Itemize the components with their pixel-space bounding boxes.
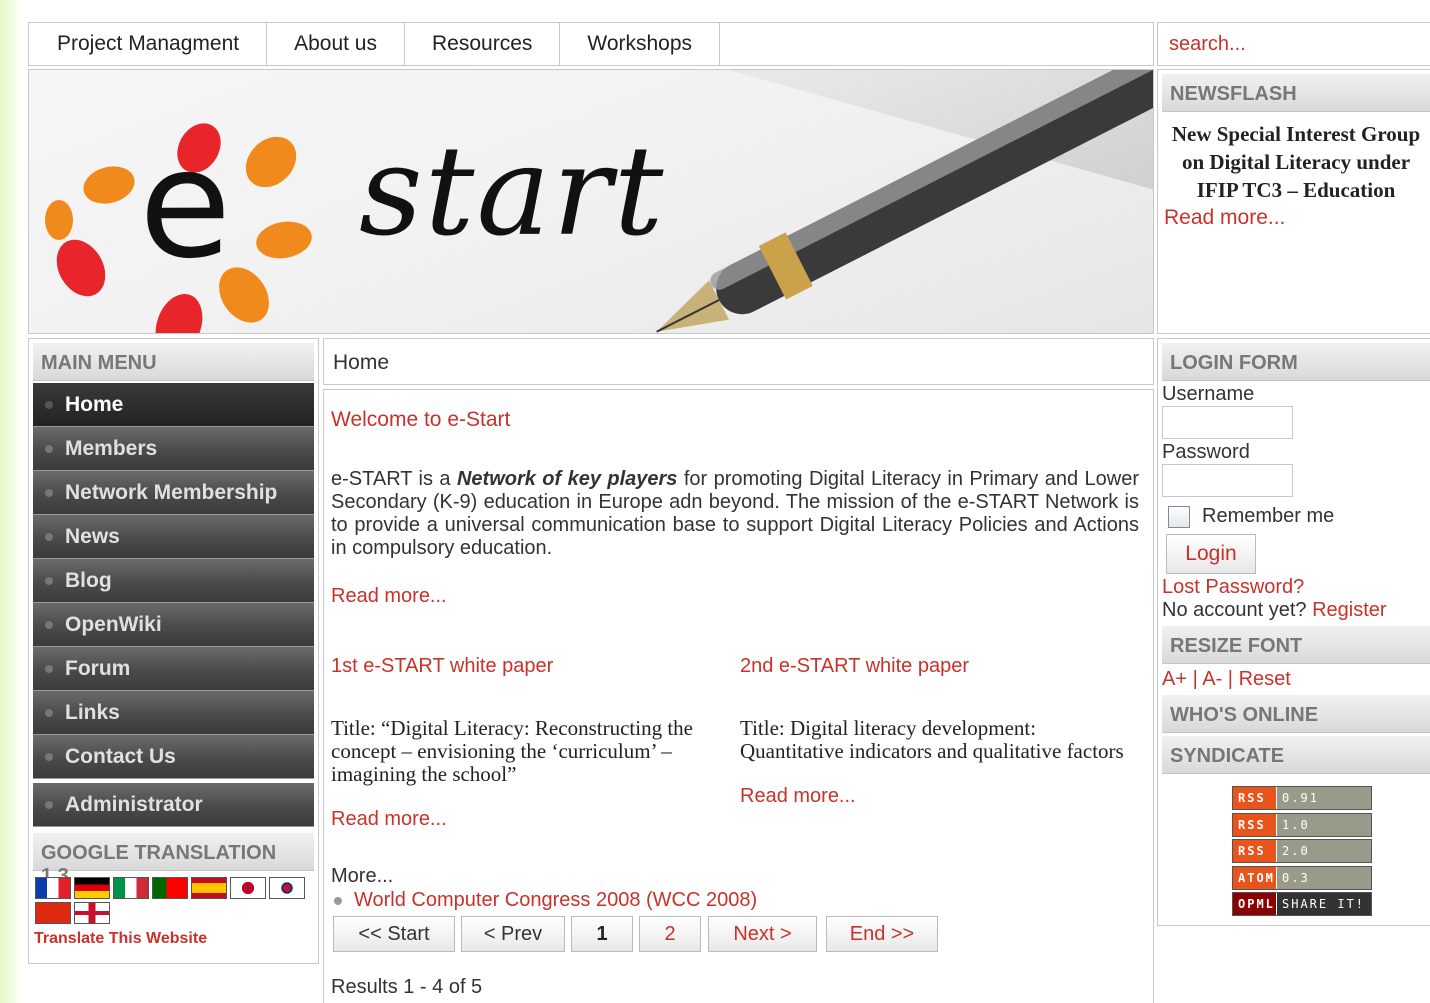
logo-wordmark: start	[359, 120, 666, 264]
paper2-text: Title: Digital literacy development: Qua…	[740, 716, 1124, 763]
flag-uk-icon[interactable]	[74, 902, 110, 924]
flag-spain-icon[interactable]	[191, 877, 227, 899]
flag-korea-icon[interactable]	[269, 877, 305, 899]
username-label: Username	[1162, 383, 1255, 405]
lost-password-link[interactable]: Lost Password?	[1158, 574, 1430, 599]
tab-resources[interactable]: Resources	[405, 23, 561, 65]
login-form-title: LOGIN FORM	[1162, 343, 1430, 381]
register-link[interactable]: Register	[1312, 599, 1386, 621]
main-menu: Home Members Network Membership News Blo…	[29, 383, 318, 827]
no-account-text: No account yet?	[1162, 599, 1307, 621]
whos-online-title: WHO'S ONLINE	[1162, 695, 1430, 733]
site-banner: e start	[28, 69, 1154, 334]
language-flags	[29, 873, 318, 924]
newsflash-box: NEWSFLASH New Special Interest Group on …	[1157, 69, 1430, 334]
paper1-text: Title: “Digital Literacy: Reconstructing…	[331, 716, 693, 786]
bullet-icon	[45, 400, 53, 409]
bullet-icon	[45, 444, 53, 453]
newsflash-title: NEWSFLASH	[1162, 74, 1430, 112]
pagination-page-2[interactable]: 2	[639, 916, 701, 952]
username-field[interactable]	[1162, 406, 1293, 439]
menu-item-members[interactable]: Members	[33, 427, 314, 471]
password-field[interactable]	[1162, 464, 1293, 497]
article-title[interactable]: Welcome to e-Start	[331, 408, 510, 432]
article-intro: e-START is a Network of key players for …	[331, 468, 1139, 559]
newsflash-headline: New Special Interest Group on Digital Li…	[1171, 122, 1421, 202]
remember-me-label: Remember me	[1202, 505, 1335, 527]
main-content: Welcome to e-Start e-START is a Network …	[323, 389, 1154, 1003]
font-separator: |	[1187, 668, 1203, 690]
font-reset-link[interactable]: Reset	[1239, 668, 1291, 690]
bullet-icon	[45, 488, 53, 497]
syndicate-title: SYNDICATE	[1162, 736, 1430, 774]
resize-font-title: RESIZE FONT	[1162, 626, 1430, 664]
remember-me-row: Remember me	[1158, 497, 1430, 528]
menu-item-home[interactable]: Home	[33, 383, 314, 427]
tab-project-management[interactable]: Project Managment	[29, 23, 268, 65]
results-count: Results 1 - 4 of 5	[331, 976, 483, 998]
pagination-start[interactable]: << Start	[333, 916, 455, 952]
flag-china-icon[interactable]	[35, 902, 71, 924]
bullet-icon	[45, 576, 53, 585]
tab-workshops[interactable]: Workshops	[560, 23, 721, 65]
pagination-next[interactable]: Next >	[708, 916, 817, 952]
translation-title: GOOGLE TRANSLATION 1.3	[33, 833, 314, 887]
opml-share-badge[interactable]: OPML SHARE IT!	[1232, 892, 1372, 916]
bullet-icon	[45, 752, 53, 761]
bullet-icon	[45, 708, 53, 717]
font-increase-link[interactable]: A+	[1162, 668, 1187, 690]
pagination-prev[interactable]: < Prev	[461, 916, 565, 952]
flag-italy-icon[interactable]	[113, 877, 149, 899]
menu-item-links[interactable]: Links	[33, 691, 314, 735]
translate-link[interactable]: Translate This Website	[29, 924, 318, 954]
pagination-end[interactable]: End >>	[826, 916, 938, 952]
resize-font-controls: A+ | A- | Reset	[1158, 664, 1430, 695]
bullet-icon	[45, 800, 53, 809]
paper1-title[interactable]: 1st e-START white paper	[331, 655, 553, 678]
atom-feed-badge[interactable]: ATOM 0.3	[1232, 866, 1372, 890]
password-label: Password	[1162, 441, 1250, 463]
bullet-icon	[334, 896, 342, 905]
rss-10-feed-badge[interactable]: RSS 1.0	[1232, 813, 1372, 837]
menu-item-administrator[interactable]: Administrator	[33, 783, 314, 827]
logo-e: e	[139, 118, 232, 292]
menu-item-news[interactable]: News	[33, 515, 314, 559]
breadcrumb: Home	[323, 338, 1154, 385]
menu-item-forum[interactable]: Forum	[33, 647, 314, 691]
right-column: LOGIN FORM Username Password Remember me…	[1157, 338, 1430, 926]
paper2-title[interactable]: 2nd e-START white paper	[740, 655, 969, 678]
bullet-icon	[45, 532, 53, 541]
more-label: More...	[331, 865, 394, 887]
pagination-page-1[interactable]: 1	[571, 916, 633, 952]
menu-item-network-membership[interactable]: Network Membership	[33, 471, 314, 515]
flag-portugal-icon[interactable]	[152, 877, 188, 899]
search-input[interactable]: search...	[1157, 22, 1430, 66]
newsflash-read-more[interactable]: Read more...	[1158, 204, 1430, 232]
tab-about-us[interactable]: About us	[267, 23, 405, 65]
login-button[interactable]: Login	[1166, 534, 1256, 574]
paper1-read-more[interactable]: Read more...	[331, 808, 447, 831]
flag-germany-icon[interactable]	[74, 877, 110, 899]
remember-me-checkbox[interactable]	[1168, 505, 1190, 528]
flag-france-icon[interactable]	[35, 877, 71, 899]
flag-japan-icon[interactable]	[230, 877, 266, 899]
font-decrease-link[interactable]: A-	[1202, 668, 1222, 690]
register-row: No account yet? Register	[1158, 599, 1430, 626]
menu-item-blog[interactable]: Blog	[33, 559, 314, 603]
wcc-2008-link[interactable]: World Computer Congress 2008 (WCC 2008)	[354, 889, 757, 912]
top-navigation: Project Managment About us Resources Wor…	[28, 22, 1154, 66]
main-menu-title: MAIN MENU	[33, 343, 314, 381]
menu-item-openwiki[interactable]: OpenWiki	[33, 603, 314, 647]
rss-20-feed-badge[interactable]: RSS 2.0	[1232, 839, 1372, 863]
more-list-item: World Computer Congress 2008 (WCC 2008)	[334, 889, 757, 912]
font-separator: |	[1222, 668, 1239, 690]
paper2-read-more[interactable]: Read more...	[740, 785, 856, 808]
bullet-icon	[45, 664, 53, 673]
left-column: MAIN MENU Home Members Network Membershi…	[28, 338, 319, 964]
menu-item-contact-us[interactable]: Contact Us	[33, 735, 314, 779]
bullet-icon	[45, 620, 53, 629]
article-read-more[interactable]: Read more...	[331, 585, 447, 608]
rss-091-feed-badge[interactable]: RSS 0.91	[1232, 786, 1372, 810]
